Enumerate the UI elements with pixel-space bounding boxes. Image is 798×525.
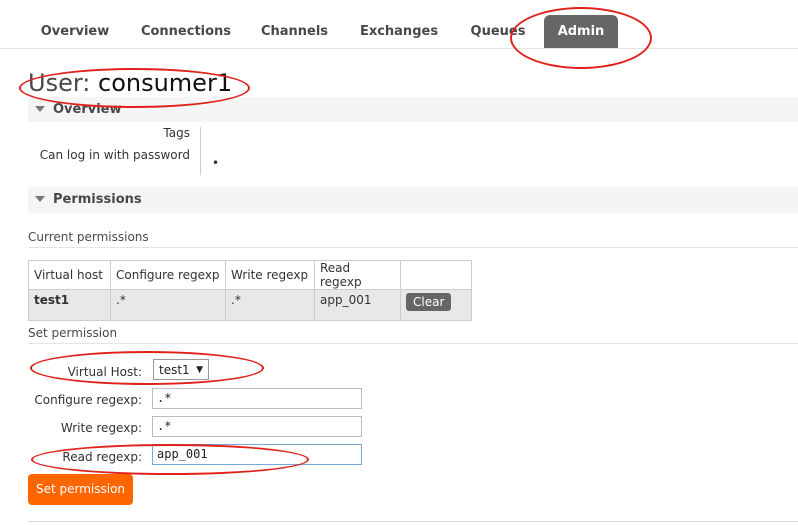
current-permissions-label: Current permissions [28, 230, 149, 244]
vhost-label: Virtual Host: [67, 365, 142, 379]
permissions-table: Virtual host Configure regexp Write rege… [28, 260, 472, 321]
overview-section-title: Overview [53, 102, 122, 117]
read-regexp-input[interactable]: app_001 [152, 444, 362, 465]
login-value: • [212, 156, 220, 170]
configure-label: Configure regexp: [34, 393, 142, 407]
collapse-triangle-icon [35, 196, 45, 202]
permissions-section-title: Permissions [53, 192, 142, 207]
permissions-section-header[interactable]: Permissions [28, 187, 798, 213]
cell-write: .* [225, 289, 315, 321]
top-nav: Overview Connections Channels Exchanges … [0, 0, 798, 49]
cell-vhost: test1 [28, 289, 111, 321]
col-configure-regexp: Configure regexp [110, 260, 226, 290]
page-title-prefix: User: [28, 69, 98, 97]
clear-button[interactable]: Clear [406, 293, 452, 311]
page-title-user: consumer1 [98, 69, 233, 97]
overview-divider [200, 127, 201, 175]
col-write-regexp: Write regexp [225, 260, 315, 290]
collapse-triangle-icon [35, 106, 45, 112]
tab-connections[interactable]: Connections [135, 15, 237, 48]
tab-exchanges[interactable]: Exchanges [352, 15, 446, 48]
footer-divider [28, 521, 798, 522]
read-label: Read regexp: [62, 450, 142, 464]
write-regexp-input[interactable]: .* [152, 416, 362, 437]
tags-label: Tags [163, 126, 190, 140]
page-title: User: consumer1 [28, 66, 232, 100]
tab-admin[interactable]: Admin [544, 15, 618, 48]
cell-configure: .* [110, 289, 226, 321]
col-read-regexp: Read regexp [314, 260, 401, 290]
table-header-row: Virtual host Configure regexp Write rege… [28, 260, 472, 290]
tab-channels[interactable]: Channels [252, 15, 337, 48]
cell-read: app_001 [314, 289, 401, 321]
dropdown-arrow-icon: ▼ [196, 365, 203, 375]
col-virtual-host: Virtual host [28, 260, 111, 290]
divider [28, 343, 798, 344]
table-row: test1 .* .* app_001 Clear [28, 289, 472, 321]
overview-section-header[interactable]: Overview [28, 97, 798, 122]
cell-action: Clear [400, 289, 472, 321]
divider [28, 247, 798, 248]
configure-regexp-input[interactable]: .* [152, 388, 362, 409]
col-action [400, 260, 472, 290]
vhost-select-value: test1 [159, 363, 190, 377]
set-permission-button[interactable]: Set permission [28, 474, 133, 505]
set-permission-label: Set permission [28, 326, 118, 340]
write-label: Write regexp: [60, 421, 142, 435]
tab-overview[interactable]: Overview [30, 15, 120, 48]
login-label: Can log in with password [39, 148, 190, 162]
vhost-select[interactable]: test1 ▼ [153, 359, 209, 380]
tab-queues[interactable]: Queues [462, 15, 534, 48]
